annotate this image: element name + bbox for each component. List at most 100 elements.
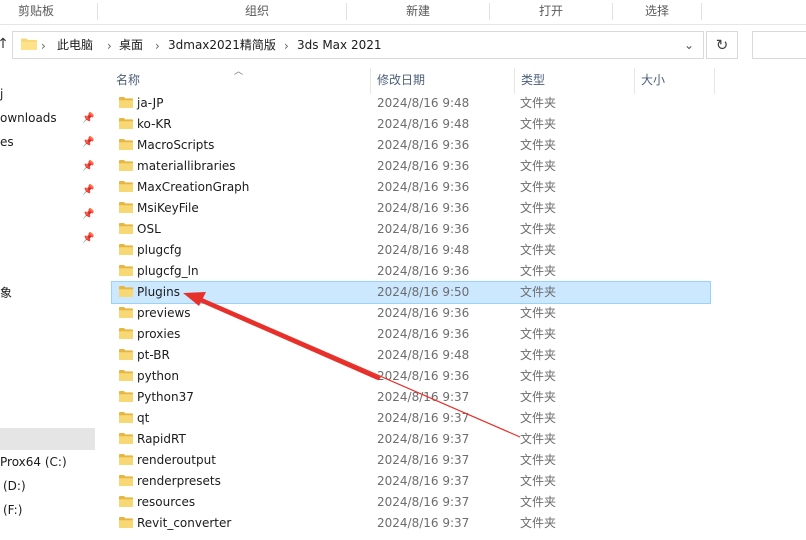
column-header-size[interactable]: 大小 — [641, 66, 711, 94]
file-modified-date: 2024/8/16 9:36 — [377, 327, 470, 341]
file-name[interactable]: pt-BR — [137, 345, 170, 366]
file-row[interactable]: MaxCreationGraph 2024/8/16 9:36 文件夹 — [112, 177, 710, 198]
file-name[interactable]: ja-JP — [137, 93, 163, 114]
ribbon-group-open: 打开 — [538, 4, 563, 18]
column-header-modified[interactable]: 修改日期 — [377, 66, 507, 94]
column-header-type[interactable]: 类型 — [521, 66, 631, 94]
file-name[interactable]: Revit_converter — [137, 513, 231, 534]
folder-icon — [119, 181, 133, 192]
file-name[interactable]: python — [137, 366, 179, 387]
chevron-right-icon[interactable]: › — [284, 38, 289, 54]
folder-icon — [119, 223, 133, 234]
file-type: 文件夹 — [520, 159, 557, 173]
chevron-right-icon[interactable]: › — [155, 38, 160, 54]
breadcrumb-3ds-max-2021[interactable]: 3ds Max 2021 — [297, 37, 381, 53]
file-row[interactable]: plugcfg_ln 2024/8/16 9:36 文件夹 — [112, 261, 710, 282]
folder-icon — [119, 412, 133, 423]
file-name[interactable]: plugcfg — [137, 240, 182, 261]
column-divider[interactable] — [370, 68, 371, 94]
file-name[interactable]: proxies — [137, 324, 180, 345]
file-name[interactable]: ko-KR — [137, 114, 172, 135]
file-name[interactable]: OSL — [137, 219, 161, 240]
file-row[interactable]: Revit_converter 2024/8/16 9:37 文件夹 — [112, 513, 710, 534]
column-divider[interactable] — [634, 68, 635, 94]
chevron-down-icon[interactable]: ⌄ — [681, 37, 697, 53]
folder-icon — [119, 433, 133, 444]
file-row[interactable]: qt 2024/8/16 9:37 文件夹 — [112, 408, 710, 429]
nav-item-downloads[interactable]: ownloads — [0, 107, 57, 129]
folder-icon — [119, 139, 133, 150]
file-modified-date: 2024/8/16 9:37 — [377, 516, 470, 530]
file-row[interactable]: RapidRT 2024/8/16 9:37 文件夹 — [112, 429, 710, 450]
breadcrumb-this-pc[interactable]: 此电脑 — [57, 37, 93, 53]
file-name[interactable]: previews — [137, 303, 191, 324]
file-name[interactable]: RapidRT — [137, 429, 186, 450]
file-row[interactable]: previews 2024/8/16 9:36 文件夹 — [112, 303, 710, 324]
file-row[interactable]: plugcfg 2024/8/16 9:48 文件夹 — [112, 240, 710, 261]
file-row[interactable]: ja-JP 2024/8/16 9:48 文件夹 — [112, 93, 710, 114]
file-row[interactable]: OSL 2024/8/16 9:36 文件夹 — [112, 219, 710, 240]
refresh-button[interactable]: ↻ — [706, 31, 738, 59]
file-row[interactable]: renderoutput 2024/8/16 9:37 文件夹 — [112, 450, 710, 471]
column-divider[interactable] — [514, 68, 515, 94]
refresh-icon: ↻ — [715, 36, 729, 54]
nav-item-drive-f[interactable]: (F:) — [3, 499, 22, 521]
file-row[interactable]: proxies 2024/8/16 9:36 文件夹 — [112, 324, 710, 345]
file-modified-date: 2024/8/16 9:48 — [377, 96, 470, 110]
file-modified-date: 2024/8/16 9:48 — [377, 348, 470, 362]
file-row-selected[interactable]: Plugins 2024/8/16 9:50 文件夹 — [111, 281, 711, 304]
column-divider[interactable] — [714, 68, 715, 94]
file-type: 文件夹 — [520, 285, 557, 299]
file-row[interactable]: MsiKeyFile 2024/8/16 9:36 文件夹 — [112, 198, 710, 219]
file-type: 文件夹 — [520, 96, 557, 110]
file-type: 文件夹 — [520, 495, 557, 509]
column-header-name[interactable]: 名称 — [116, 66, 366, 94]
file-name[interactable]: MsiKeyFile — [137, 198, 199, 219]
file-modified-date: 2024/8/16 9:37 — [377, 474, 470, 488]
breadcrumb-desktop[interactable]: 桌面 — [119, 37, 143, 53]
breadcrumb-3dmax2021[interactable]: 3dmax2021精简版 — [168, 37, 276, 53]
folder-icon — [119, 454, 133, 465]
folder-icon — [119, 475, 133, 486]
nav-item-drive-c[interactable]: Prox64 (C:) — [0, 451, 67, 473]
file-row[interactable]: python 2024/8/16 9:36 文件夹 — [112, 366, 710, 387]
file-name[interactable]: Python37 — [137, 387, 194, 408]
chevron-right-icon[interactable]: › — [41, 38, 46, 54]
file-type: 文件夹 — [520, 201, 557, 215]
folder-icon — [119, 349, 133, 360]
file-type: 文件夹 — [520, 138, 557, 152]
file-name[interactable]: MacroScripts — [137, 135, 214, 156]
file-name[interactable]: renderoutput — [137, 450, 216, 471]
nav-item[interactable]: 象 — [0, 282, 12, 304]
ribbon-group-new: 新建 — [405, 4, 430, 18]
address-bar[interactable]: › 此电脑 › 桌面 › 3dmax2021精简版 › 3ds Max 2021… — [12, 31, 704, 59]
file-name[interactable]: materiallibraries — [137, 156, 236, 177]
file-modified-date: 2024/8/16 9:36 — [377, 180, 470, 194]
folder-icon — [119, 370, 133, 381]
folder-icon — [119, 265, 133, 276]
folder-icon — [21, 38, 37, 50]
folder-icon — [119, 517, 133, 528]
file-name[interactable]: MaxCreationGraph — [137, 177, 249, 198]
chevron-right-icon[interactable]: › — [107, 38, 112, 54]
file-row[interactable]: resources 2024/8/16 9:37 文件夹 — [112, 492, 710, 513]
file-row[interactable]: pt-BR 2024/8/16 9:48 文件夹 — [112, 345, 710, 366]
file-type: 文件夹 — [520, 369, 557, 383]
file-type: 文件夹 — [520, 117, 557, 131]
nav-item-drive-d[interactable]: (D:) — [3, 475, 26, 497]
file-row[interactable]: ko-KR 2024/8/16 9:48 文件夹 — [112, 114, 710, 135]
file-name[interactable]: Plugins — [137, 282, 180, 303]
file-name[interactable]: resources — [137, 492, 195, 513]
file-row[interactable]: materiallibraries 2024/8/16 9:36 文件夹 — [112, 156, 710, 177]
file-row[interactable]: Python37 2024/8/16 9:37 文件夹 — [112, 387, 710, 408]
file-name[interactable]: renderpresets — [137, 471, 221, 492]
nav-item[interactable]: j — [0, 83, 3, 105]
file-name[interactable]: plugcfg_ln — [137, 261, 199, 282]
nav-item[interactable]: es — [0, 131, 14, 153]
file-modified-date: 2024/8/16 9:48 — [377, 243, 470, 257]
file-name[interactable]: qt — [137, 408, 149, 429]
search-input[interactable] — [752, 31, 806, 59]
file-row[interactable]: renderpresets 2024/8/16 9:37 文件夹 — [112, 471, 710, 492]
file-row[interactable]: MacroScripts 2024/8/16 9:36 文件夹 — [112, 135, 710, 156]
up-arrow-icon[interactable]: ↑ — [0, 35, 12, 53]
